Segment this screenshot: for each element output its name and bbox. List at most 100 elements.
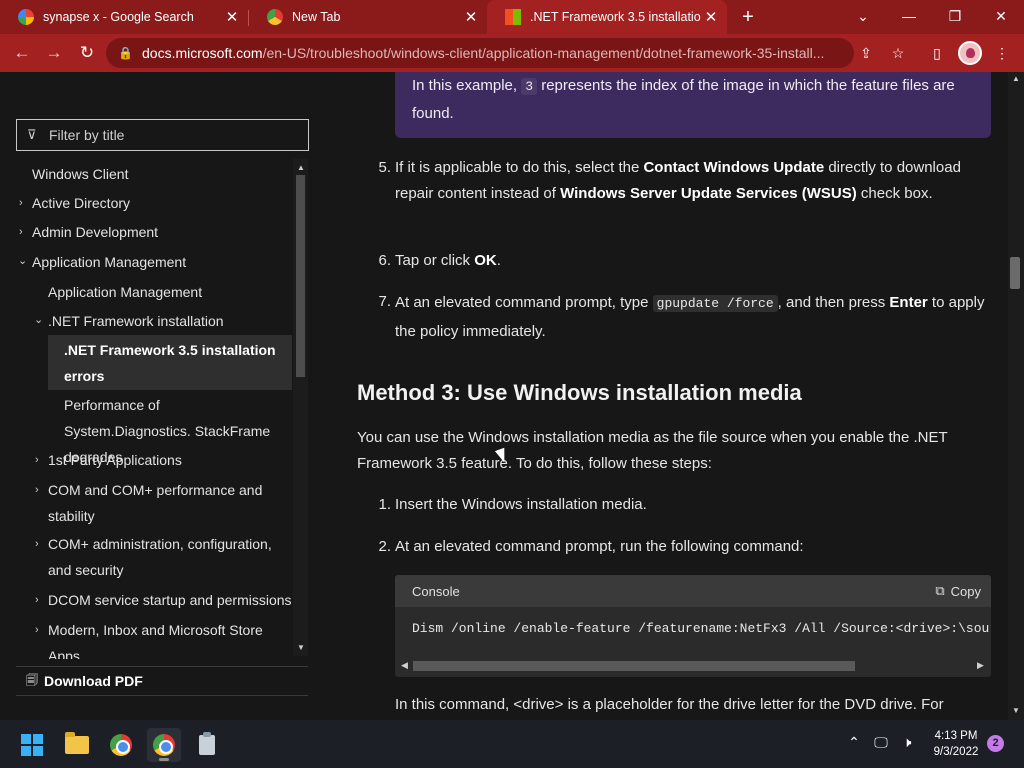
tab-new-tab[interactable]: New Tab ✕ [249, 0, 487, 34]
reload-button[interactable]: ↻ [73, 39, 101, 67]
toc-label: .NET Framework 3.5 installation errors [64, 342, 276, 384]
toc-scrollbar-thumb[interactable] [296, 175, 305, 377]
side-panel-icon[interactable]: ▯ [927, 43, 947, 63]
notification-badge[interactable]: 2 [987, 735, 1004, 752]
restore-button[interactable]: ❐ [932, 0, 978, 34]
minimize-button[interactable]: — [886, 0, 932, 34]
step-text: check box. [856, 185, 933, 202]
close-window-button[interactable]: ✕ [978, 0, 1024, 34]
page-content: ⊽ Filter by title Windows Client › Active… [0, 72, 1024, 720]
page-scrollbar[interactable] [1008, 72, 1024, 720]
step-text: . [496, 252, 501, 269]
close-tab-icon[interactable]: ✕ [461, 8, 481, 26]
code-command[interactable]: Dism /online /enable-feature /featurenam… [395, 607, 991, 636]
forward-button[interactable]: → [40, 39, 68, 67]
browser-toolbar: ← → ↻ 🔒 docs.microsoft.com/en-US/trouble… [0, 34, 1024, 72]
toc-label: Application Management [48, 284, 203, 300]
tab-strip: synapse x - Google Search ✕ New Tab ✕ .N… [0, 0, 1024, 34]
profile-avatar[interactable] [958, 41, 982, 65]
toc-item-dotnet-installation[interactable]: ⌄ .NET Framework installation [16, 306, 292, 335]
clipboard-icon [199, 732, 215, 755]
step-number: 5. [378, 159, 391, 176]
show-hidden-icons-chevron[interactable]: ⌃ [844, 734, 864, 751]
ui-term: Enter [889, 294, 928, 311]
chevron-right-icon: › [35, 484, 39, 496]
page-scroll-down-icon[interactable]: ▼ [1010, 706, 1022, 715]
url-path: /en-US/troubleshoot/windows-client/appli… [262, 45, 825, 61]
inline-code: 3 [521, 78, 538, 95]
step-text: At an elevated command prompt, type [395, 294, 653, 311]
copy-button[interactable]: ⧉ Copy [935, 583, 981, 599]
url-host: docs.microsoft.com [142, 45, 263, 61]
page-scrollbar-thumb[interactable] [1010, 257, 1020, 289]
system-clock[interactable]: 4:13 PM 9/3/2022 [925, 728, 987, 760]
toc-label: Application Management [32, 254, 187, 270]
toc-item-active-directory[interactable]: › Active Directory [16, 188, 292, 217]
toc-label: .NET Framework installation [48, 313, 224, 329]
step-6-text: Tap or click OK. [395, 248, 991, 274]
toc-item-stackframe[interactable]: Performance of System.Diagnostics. Stack… [16, 390, 292, 465]
toc-item-dcom-startup[interactable]: › DCOM service startup and permissions [16, 586, 292, 615]
toc-label: COM and COM+ performance and stability [48, 482, 263, 524]
chrome-profile-taskbar-button[interactable] [147, 728, 181, 762]
volume-icon[interactable]: 🕨 [897, 734, 917, 751]
chrome-taskbar-button[interactable] [104, 728, 138, 762]
scroll-down-arrow-icon[interactable]: ▼ [295, 643, 307, 653]
start-button[interactable] [15, 728, 49, 762]
tab-title: synapse x - Google Search [43, 10, 194, 24]
code-horizontal-scrollbar[interactable]: ◀ ▶ [397, 659, 989, 673]
toc-label: Windows Client [32, 166, 129, 182]
new-tab-button[interactable]: + [737, 6, 759, 28]
toc-item-application-management[interactable]: ⌄ Application Management [16, 247, 292, 277]
chrome-icon [267, 9, 283, 25]
toc-item-store-apps[interactable]: › Modern, Inbox and Microsoft Store Apps [16, 615, 292, 659]
scroll-left-arrow-icon[interactable]: ◀ [401, 660, 408, 671]
toc-item-admin-development[interactable]: › Admin Development [16, 217, 292, 247]
toc-item-windows-client[interactable]: Windows Client [16, 159, 292, 188]
method-3-step-1: Insert the Windows installation media. [395, 496, 647, 513]
step-number: 2. [378, 538, 391, 555]
address-bar[interactable]: 🔒 docs.microsoft.com/en-US/troubleshoot/… [106, 38, 854, 68]
filter-by-title-input[interactable]: ⊽ Filter by title [16, 119, 309, 151]
lock-icon: 🔒 [118, 46, 133, 60]
menu-icon[interactable]: ⋮ [992, 43, 1012, 63]
toc-label: Admin Development [32, 224, 159, 240]
ui-term: Windows Server Update Services (WSUS) [560, 185, 857, 202]
code-scrollbar-thumb[interactable] [413, 661, 855, 671]
network-icon[interactable]: 🖵 [871, 734, 891, 751]
note-text: In this example, [412, 77, 522, 94]
back-button[interactable]: ← [8, 39, 36, 67]
note-callout: In this example, 3 represents the index … [395, 72, 991, 138]
toc-item-1st-party-apps[interactable]: › 1st Party Applications [16, 446, 292, 475]
share-icon[interactable]: ⇪ [856, 43, 876, 63]
chrome-icon [110, 734, 132, 756]
bookmark-star-icon[interactable]: ☆ [888, 43, 908, 63]
toc-item-complus-admin[interactable]: › COM+ administration, configuration, and… [16, 531, 292, 586]
tab-search-icon[interactable]: ⌄ [840, 0, 886, 34]
tab-google-search[interactable]: synapse x - Google Search ✕ [0, 0, 248, 34]
step-number: 1. [378, 496, 391, 513]
step-7-text: At an elevated command prompt, type gpup… [395, 289, 991, 346]
toc-item-dotnet35-errors[interactable]: .NET Framework 3.5 installation errors [48, 335, 292, 390]
scroll-up-arrow-icon[interactable]: ▲ [295, 163, 307, 173]
close-tab-icon[interactable]: ✕ [701, 8, 721, 26]
tab-dotnet-errors[interactable]: .NET Framework 3.5 installation e ✕ [487, 0, 727, 34]
chevron-right-icon: › [35, 594, 39, 606]
windows-taskbar: ⌃ 🖵 🕨 4:13 PM 9/3/2022 2 [0, 720, 1024, 768]
file-explorer-button[interactable] [60, 728, 94, 762]
google-icon [18, 9, 34, 25]
close-tab-icon[interactable]: ✕ [222, 8, 242, 26]
toc-item-com-performance[interactable]: › COM and COM+ performance and stability [16, 475, 292, 531]
chevron-right-icon: › [19, 226, 23, 238]
step-text: Tap or click [395, 252, 475, 269]
method-3-intro: You can use the Windows installation med… [357, 429, 948, 472]
scroll-right-arrow-icon[interactable]: ▶ [977, 660, 984, 671]
clipboard-app-button[interactable] [190, 728, 224, 762]
chevron-right-icon: › [19, 197, 23, 209]
clock-date: 9/3/2022 [933, 746, 979, 758]
step-5-text: If it is applicable to do this, select t… [395, 155, 995, 207]
step-text: , and then press [777, 294, 890, 311]
toc-item-application-management-overview[interactable]: Application Management [16, 277, 292, 306]
download-pdf-link[interactable]: 🗐 Download PDF [16, 666, 308, 696]
page-scroll-up-icon[interactable]: ▲ [1010, 74, 1022, 83]
